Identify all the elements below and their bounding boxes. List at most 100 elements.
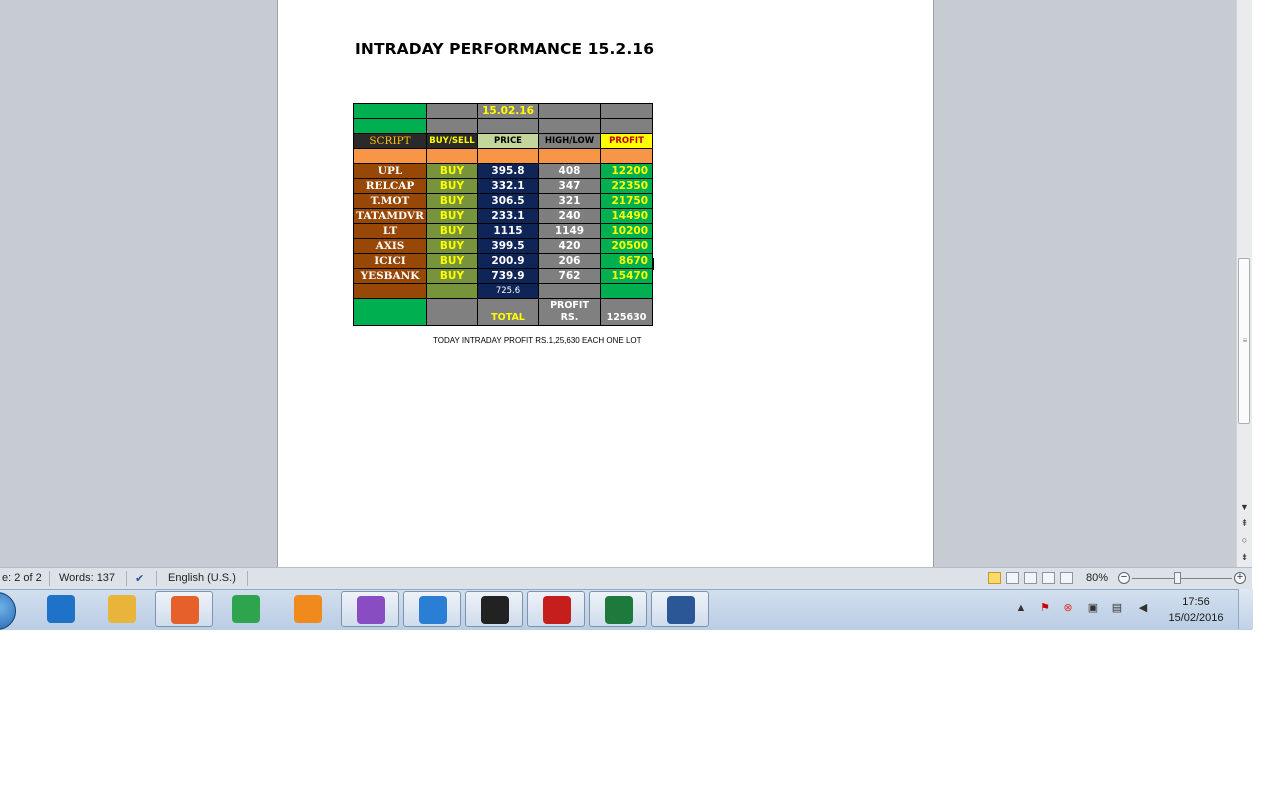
security-icon[interactable]: ⊗	[1061, 601, 1075, 615]
word-icon	[667, 596, 695, 624]
script-cell: TATAMDVR	[353, 208, 427, 224]
page-indicator[interactable]: e: 2 of 2	[2, 572, 42, 584]
table-cell	[426, 118, 478, 134]
table-caption: TODAY INTRADAY PROFIT RS.1,25,630 EACH O…	[433, 336, 642, 345]
high-low-cell: 347	[538, 178, 601, 194]
document-title: INTRADAY PERFORMANCE 15.2.16	[355, 40, 655, 58]
table-cell	[353, 298, 427, 326]
header-high-low: HIGH/LOW	[538, 133, 601, 149]
table-row: UPL BUY 395.8 408 12200	[353, 163, 653, 179]
profit-cell: 20500	[600, 238, 653, 254]
table-body: UPL BUY 395.8 408 12200 RELCAP BUY 332.1 347 2235…	[353, 163, 653, 284]
taskbar-excel-button[interactable]	[589, 591, 647, 627]
document-page[interactable]: INTRADAY PERFORMANCE 15.2.16 15.02.16 SC…	[278, 0, 933, 567]
table-cell	[600, 148, 653, 164]
high-low-cell: 408	[538, 163, 601, 179]
profit-cell: 14490	[600, 208, 653, 224]
table-cell	[477, 118, 539, 134]
table-cell	[426, 148, 478, 164]
table-cell	[426, 283, 478, 299]
taskbar-stock-chart-app-button[interactable]	[465, 591, 523, 627]
taskbar-internet-explorer-button[interactable]	[32, 591, 90, 627]
device-icon[interactable]: ▣	[1086, 601, 1100, 615]
taskbar-bull-app-button[interactable]	[527, 591, 585, 627]
taskbar-messenger-button[interactable]	[341, 591, 399, 627]
script-cell: LT	[353, 223, 427, 239]
table-cell	[538, 283, 601, 299]
flag-icon[interactable]: ⚑	[1038, 601, 1052, 615]
zoom-in-icon[interactable]: +	[1234, 572, 1246, 584]
table-cell	[600, 118, 653, 134]
clock-time: 17:56	[1182, 596, 1210, 608]
script-cell: T.MOT	[353, 193, 427, 209]
action-cell: BUY	[426, 238, 478, 254]
web-layout-view-icon[interactable]	[1024, 572, 1037, 584]
performance-table: 15.02.16 SCRIPT BUY/SELL PRICE HIGH/LOW …	[353, 103, 653, 326]
status-bar: e: 2 of 2 Words: 137 ✔ English (U.S.) 80…	[0, 567, 1252, 590]
scrollbar-thumb[interactable]: ≡	[1238, 258, 1250, 424]
show-hidden-icons-icon[interactable]: ▲	[1014, 601, 1028, 615]
table-cell	[353, 103, 427, 119]
outline-view-icon[interactable]	[1042, 572, 1055, 584]
price-cell: 1115	[477, 223, 539, 239]
table-cell	[600, 103, 653, 119]
profit-cell: 21750	[600, 193, 653, 209]
action-cell: BUY	[426, 223, 478, 239]
proofing-icon[interactable]: ✔	[135, 572, 144, 585]
price-cell: 233.1	[477, 208, 539, 224]
profit-cell: 8670	[600, 253, 653, 269]
header-profit: PROFIT	[600, 133, 653, 149]
script-cell: ICICI	[353, 253, 427, 269]
puzzle-app-icon	[419, 596, 447, 624]
zoom-level[interactable]: 80%	[1086, 572, 1108, 584]
table-row: YESBANK BUY 739.9 762 15470	[353, 268, 653, 284]
price-cell: 739.9	[477, 268, 539, 284]
show-desktop-button[interactable]	[1238, 589, 1253, 629]
script-cell: RELCAP	[353, 178, 427, 194]
chrome-icon	[232, 595, 260, 623]
header-price: PRICE	[477, 133, 539, 149]
system-clock[interactable]: 17:56 15/02/2016	[1164, 594, 1228, 626]
table-cell	[538, 103, 601, 119]
high-low-cell: 420	[538, 238, 601, 254]
network-icon[interactable]: ▤	[1110, 601, 1124, 615]
header-script: SCRIPT	[353, 133, 427, 149]
word-count[interactable]: Words: 137	[59, 572, 115, 584]
print-layout-view-icon[interactable]	[988, 572, 1001, 584]
taskbar-puzzle-app-button[interactable]	[403, 591, 461, 627]
taskbar-word-button[interactable]	[651, 591, 709, 627]
high-low-cell: 240	[538, 208, 601, 224]
high-low-cell: 1149	[538, 223, 601, 239]
volume-icon[interactable]: ◀	[1136, 601, 1150, 615]
taskbar-chrome-button[interactable]	[217, 591, 275, 627]
internet-explorer-icon	[47, 595, 75, 623]
vertical-scrollbar[interactable]: ≡ ▼ ⇞ ○ ⇟	[1236, 0, 1252, 567]
profit-cell: 10200	[600, 223, 653, 239]
taskbar-media-player-button[interactable]	[279, 591, 337, 627]
scroll-down-arrow-icon[interactable]: ▼	[1237, 499, 1252, 515]
zoom-out-icon[interactable]: −	[1118, 572, 1130, 584]
zoom-slider-thumb[interactable]	[1174, 572, 1181, 584]
taskbar-file-explorer-button[interactable]	[93, 591, 151, 627]
table-row: RELCAP BUY 332.1 347 22350	[353, 178, 653, 194]
next-page-icon[interactable]: ⇟	[1237, 549, 1252, 565]
script-cell: UPL	[353, 163, 427, 179]
browse-object-icon[interactable]: ○	[1237, 532, 1252, 548]
language-indicator[interactable]: English (U.S.)	[168, 572, 236, 584]
full-screen-reading-view-icon[interactable]	[1006, 572, 1019, 584]
zoom-slider-track[interactable]	[1132, 578, 1232, 579]
price-cell: 200.9	[477, 253, 539, 269]
action-cell: BUY	[426, 268, 478, 284]
table-cell	[538, 118, 601, 134]
script-cell: YESBANK	[353, 268, 427, 284]
extra-price: 725.6	[477, 283, 539, 299]
text-cursor	[653, 258, 654, 270]
table-row: LT BUY 1115 1149 10200	[353, 223, 653, 239]
taskbar-firefox-button[interactable]	[155, 591, 213, 627]
table-cell	[477, 148, 539, 164]
start-button[interactable]	[0, 592, 16, 630]
previous-page-icon[interactable]: ⇞	[1237, 515, 1252, 531]
draft-view-icon[interactable]	[1060, 572, 1073, 584]
table-cell	[426, 103, 478, 119]
high-low-cell: 206	[538, 253, 601, 269]
